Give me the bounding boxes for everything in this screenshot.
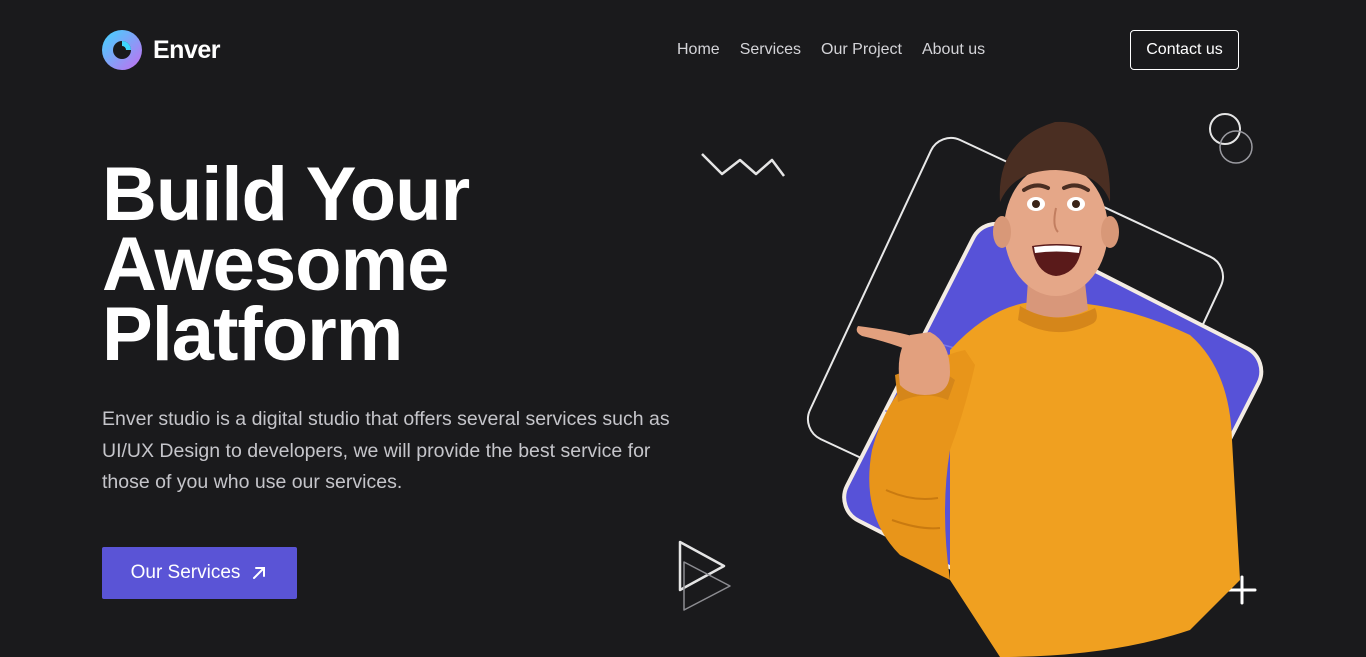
our-services-label: Our Services <box>130 562 241 583</box>
play-triangles-icon <box>678 540 731 611</box>
hero-title: Build Your Awesome Platform <box>102 152 662 377</box>
logo-icon <box>102 30 142 70</box>
our-services-button[interactable]: Our Services <box>102 547 297 599</box>
brand-logo[interactable]: Enver <box>102 30 220 70</box>
hero-illustration <box>806 121 1264 657</box>
arrow-up-right-icon <box>253 567 266 579</box>
hero-description: Enver studio is a digital studio that of… <box>102 408 670 493</box>
nav-our-project[interactable]: Our Project <box>821 41 902 59</box>
person-figure <box>856 121 1240 657</box>
nav-about-us[interactable]: About us <box>922 41 985 59</box>
hero-title-line-3: Platform <box>102 292 403 377</box>
hero-title-line-1: Build Your <box>102 152 470 237</box>
zigzag-icon <box>701 153 785 177</box>
hero-title-line-2: Awesome <box>102 222 449 307</box>
main-nav: Home Services Our Project About us <box>677 41 1005 59</box>
nav-home[interactable]: Home <box>677 41 720 59</box>
contact-us-button[interactable]: Contact us <box>1130 30 1239 70</box>
brand-name: Enver <box>153 35 220 64</box>
landing-page: Enver Home Services Our Project About us… <box>0 0 1366 657</box>
nav-services[interactable]: Services <box>740 41 801 59</box>
